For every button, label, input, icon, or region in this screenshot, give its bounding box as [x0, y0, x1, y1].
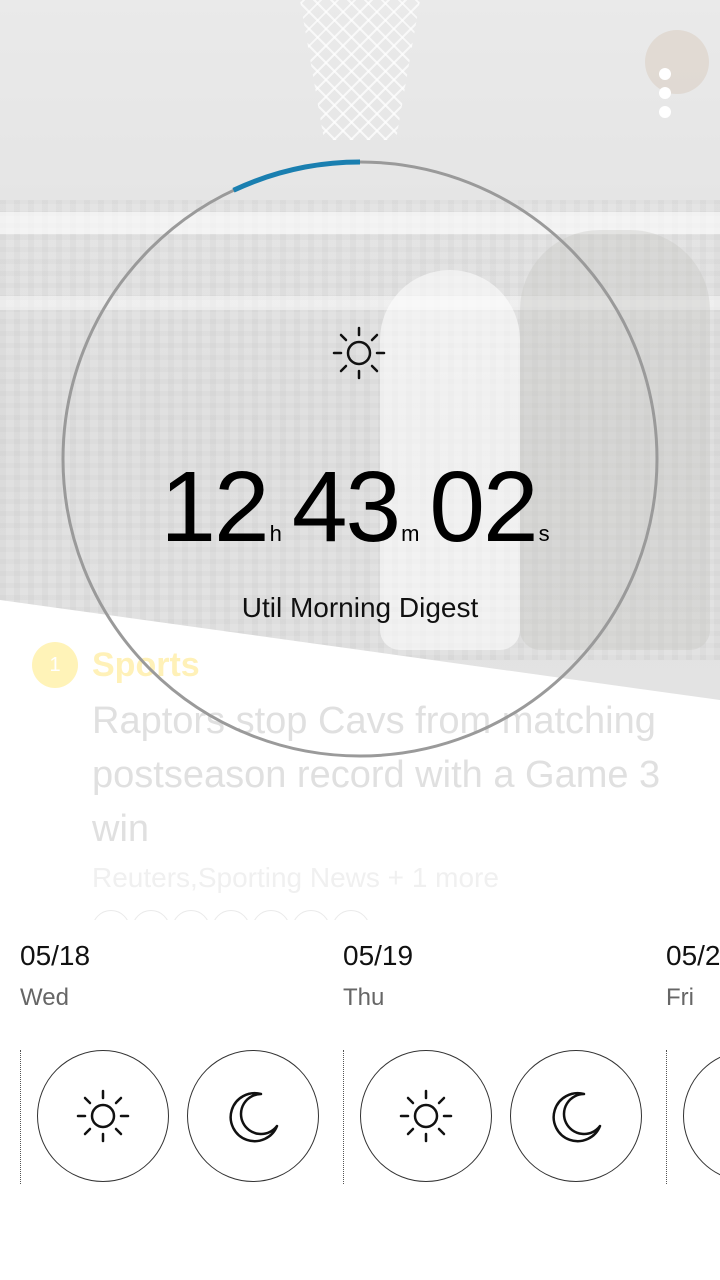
countdown-caption: Util Morning Digest: [241, 592, 479, 623]
forecast-date: 05/19: [343, 940, 414, 971]
forecast-weekday: Wed: [20, 984, 69, 1011]
hours-value: 12: [160, 451, 269, 563]
morning-slot-button[interactable]: [683, 1050, 720, 1182]
news-source: Reuters,Sporting News + 1 more: [92, 862, 499, 893]
hours-unit: h: [269, 521, 282, 546]
moon-icon: [229, 1091, 279, 1143]
news-category: Sports: [92, 646, 200, 684]
seconds-value: 02: [429, 451, 538, 563]
day-divider: [20, 1050, 21, 1184]
forecast-day-clip: 05/2 Fri: [666, 940, 720, 1200]
day-divider: [666, 1050, 667, 1184]
minutes-unit: m: [401, 521, 420, 546]
morning-slot-button[interactable]: [360, 1050, 492, 1182]
day-divider: [343, 1050, 344, 1184]
sun-icon: [399, 1089, 453, 1143]
sun-icon: [76, 1089, 130, 1143]
moon-icon: [552, 1091, 602, 1143]
sun-icon: [332, 326, 386, 380]
minutes-value: 43: [291, 451, 401, 563]
evening-slot-button[interactable]: [510, 1050, 642, 1182]
evening-slot-button[interactable]: [187, 1050, 319, 1182]
forecast-date: 05/2: [666, 940, 720, 971]
forecast-date: 05/18: [20, 940, 91, 971]
forecast-weekday: Thu: [343, 984, 385, 1011]
countdown-time: 12h 43m 02s: [0, 450, 720, 565]
news-headline[interactable]: Raptors stop Cavs from matching postseas…: [92, 694, 702, 856]
morning-slot-button[interactable]: [37, 1050, 169, 1182]
source-thumbnails: [92, 910, 382, 920]
news-index-badge: 1: [32, 642, 78, 688]
more-vertical-icon[interactable]: [650, 68, 680, 128]
forecast-weekday: Fri: [666, 984, 694, 1011]
seconds-unit: s: [538, 521, 550, 546]
